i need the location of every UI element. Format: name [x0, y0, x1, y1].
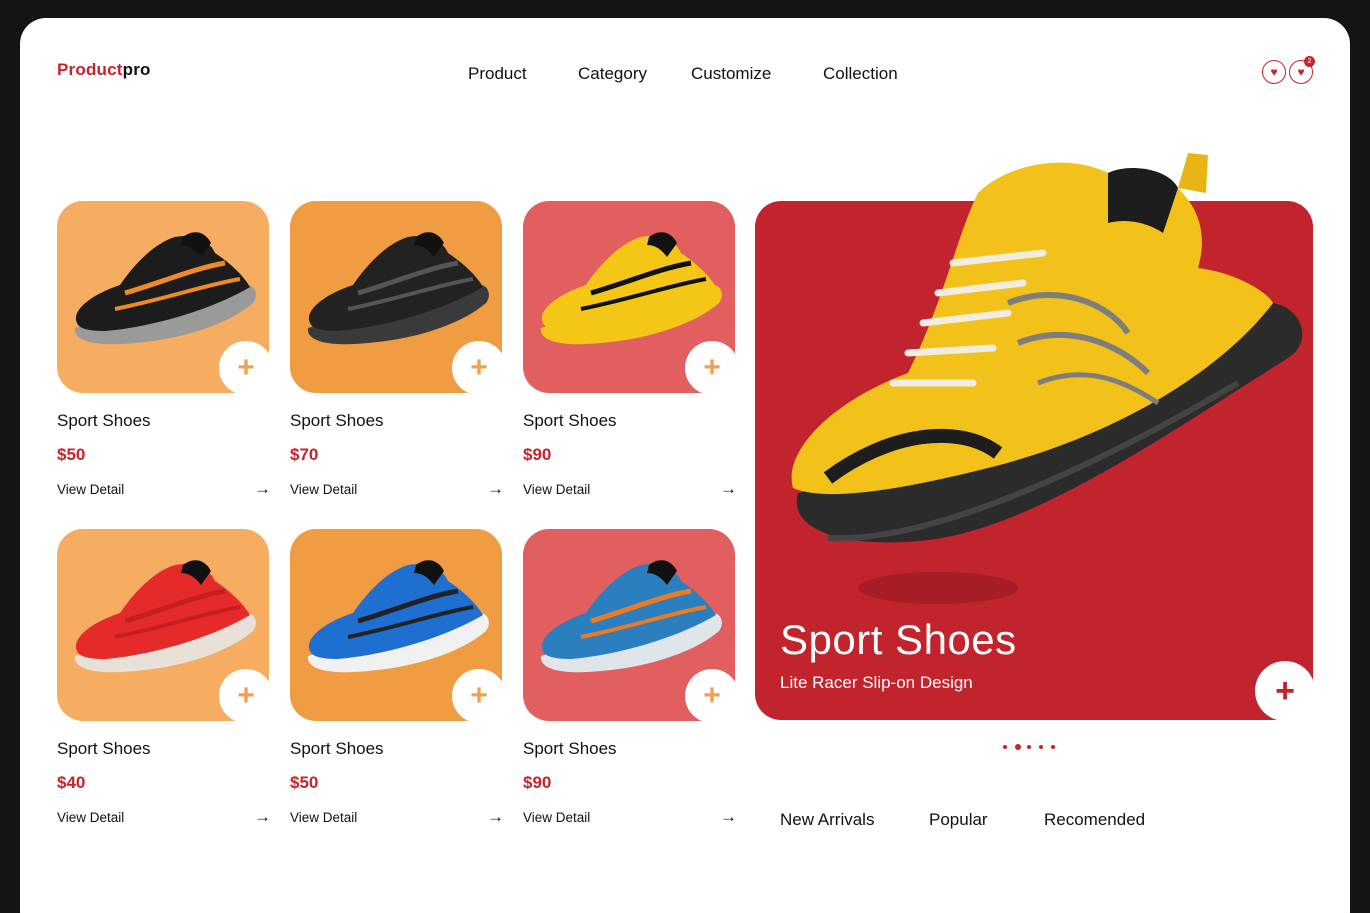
plus-icon: + — [703, 351, 721, 384]
view-detail-label: View Detail — [57, 482, 125, 497]
tab-new-arrivals[interactable]: New Arrivals — [780, 810, 874, 830]
shoe-image — [540, 232, 722, 345]
header-actions: ♥ ♥ 2 — [1262, 56, 1322, 86]
product-card: + Sport Shoes $90 View Detail → — [523, 529, 739, 826]
brand-logo-part-1: Product — [57, 60, 123, 79]
nav-item-collection[interactable]: Collection — [823, 64, 898, 84]
carousel-dot[interactable] — [1039, 745, 1043, 749]
plus-icon: + — [470, 351, 488, 384]
carousel-dot[interactable] — [1003, 745, 1007, 749]
view-detail-label: View Detail — [523, 810, 591, 825]
product-price: $90 — [523, 773, 552, 792]
hero-subtitle: Lite Racer Slip-on Design — [780, 673, 973, 692]
arrow-right-icon: → — [254, 807, 271, 826]
view-detail-label: View Detail — [290, 810, 358, 825]
view-detail-link[interactable]: View Detail → — [57, 479, 271, 501]
product-tile[interactable]: + — [523, 201, 739, 395]
view-detail-label: View Detail — [290, 482, 358, 497]
product-name: Sport Shoes — [290, 411, 384, 430]
shoe-image — [307, 232, 489, 345]
product-name: Sport Shoes — [523, 739, 617, 758]
favorites-count-badge: 2 — [1304, 56, 1315, 67]
view-detail-link[interactable]: View Detail → — [290, 807, 504, 829]
product-price: $40 — [57, 773, 86, 792]
product-name: Sport Shoes — [290, 739, 384, 758]
view-detail-label: View Detail — [57, 810, 125, 825]
carousel-dots — [1003, 744, 1063, 752]
product-card: + Sport Shoes $70 View Detail → — [290, 201, 506, 498]
product-tile[interactable]: + — [290, 529, 506, 723]
product-name: Sport Shoes — [57, 739, 151, 758]
add-to-cart-button[interactable]: + — [685, 341, 739, 395]
add-to-cart-button[interactable]: + — [452, 341, 506, 395]
favorites-button[interactable]: ♥ 2 — [1289, 56, 1315, 84]
product-name: Sport Shoes — [57, 411, 151, 430]
product-tile[interactable]: + — [290, 201, 506, 395]
hero-title: Sport Shoes — [780, 616, 1017, 663]
plus-icon: + — [237, 351, 255, 384]
product-card: + Sport Shoes $50 View Detail → — [57, 201, 273, 498]
view-detail-label: View Detail — [523, 482, 591, 497]
wishlist-button[interactable]: ♥ — [1262, 60, 1286, 84]
product-card: + Sport Shoes $40 View Detail → — [57, 529, 273, 826]
shoe-image — [74, 232, 256, 345]
arrow-right-icon: → — [487, 479, 504, 498]
product-tile[interactable]: + — [523, 529, 739, 723]
view-detail-link[interactable]: View Detail → — [523, 807, 737, 829]
brand-logo[interactable]: Productpro — [57, 60, 151, 80]
heart-icon: ♥ — [1270, 65, 1278, 79]
product-card: + Sport Shoes $50 View Detail → — [290, 529, 506, 826]
heart-icon: ♥ — [1297, 65, 1305, 79]
arrow-right-icon: → — [487, 807, 504, 826]
view-detail-link[interactable]: View Detail → — [57, 807, 271, 829]
hero-add-button[interactable]: + — [1255, 661, 1315, 721]
arrow-right-icon: → — [720, 479, 737, 498]
plus-icon: + — [237, 679, 255, 712]
shoe-image — [540, 560, 722, 673]
shoe-image — [74, 560, 256, 673]
plus-icon: + — [703, 679, 721, 712]
carousel-dot[interactable] — [1015, 744, 1021, 750]
shoe-image — [307, 560, 489, 673]
arrow-right-icon: → — [254, 479, 271, 498]
product-price: $70 — [290, 445, 319, 464]
product-tile[interactable]: + — [57, 201, 273, 395]
plus-icon: + — [1275, 672, 1295, 710]
view-detail-link[interactable]: View Detail → — [523, 479, 737, 501]
nav-item-category[interactable]: Category — [578, 64, 647, 84]
add-to-cart-button[interactable]: + — [452, 669, 506, 723]
nav-item-customize[interactable]: Customize — [691, 64, 771, 84]
plus-icon: + — [470, 679, 488, 712]
carousel-dot[interactable] — [1027, 745, 1031, 749]
app-window: Productpro Product Category Customize Co… — [20, 18, 1350, 913]
tab-recomended[interactable]: Recomended — [1044, 810, 1145, 830]
arrow-right-icon: → — [720, 807, 737, 826]
add-to-cart-button[interactable]: + — [219, 341, 273, 395]
brand-logo-part-2: pro — [122, 60, 151, 79]
nav-item-product[interactable]: Product — [468, 64, 527, 84]
tab-popular[interactable]: Popular — [929, 810, 988, 830]
add-to-cart-button[interactable]: + — [685, 669, 739, 723]
add-to-cart-button[interactable]: + — [219, 669, 273, 723]
product-card: + Sport Shoes $90 View Detail → — [523, 201, 739, 498]
product-price: $50 — [57, 445, 86, 464]
product-price: $50 — [290, 773, 319, 792]
product-price: $90 — [523, 445, 552, 464]
view-detail-link[interactable]: View Detail → — [290, 479, 504, 501]
product-name: Sport Shoes — [523, 411, 617, 430]
carousel-dot[interactable] — [1051, 745, 1055, 749]
product-tile[interactable]: + — [57, 529, 273, 723]
hero-shoe-image — [791, 153, 1303, 604]
